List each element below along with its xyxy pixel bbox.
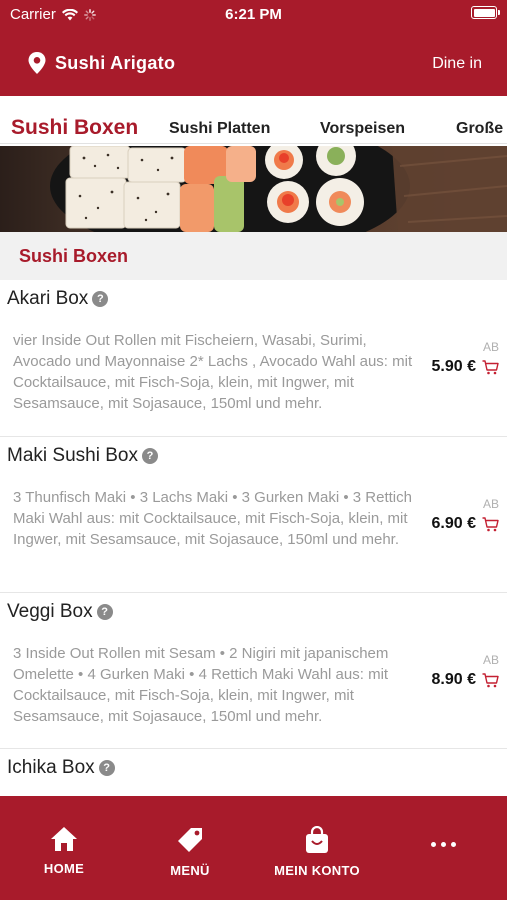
- more-icon[interactable]: [431, 842, 456, 847]
- menu-item[interactable]: Ichika Box ?: [0, 749, 507, 796]
- order-mode-button[interactable]: Dine in: [432, 55, 482, 73]
- nav-account[interactable]: MEIN KONTO: [268, 825, 366, 878]
- menu-item-title: Veggi Box ?: [7, 601, 113, 623]
- menu-item-name: Ichika Box: [7, 757, 95, 778]
- shopping-bag-icon: [306, 825, 328, 853]
- status-time: 6:21 PM: [225, 6, 282, 23]
- bottom-navigation: HOME MENÜ MEIN KONTO: [0, 796, 507, 900]
- tab-vorspeisen[interactable]: Vorspeisen: [320, 120, 405, 138]
- menu-item-price: 5.90 €: [431, 358, 476, 375]
- menu-item-name: Veggi Box: [7, 601, 93, 622]
- tab-sushi-platten[interactable]: Sushi Platten: [169, 120, 270, 138]
- nav-account-label: MEIN KONTO: [274, 863, 360, 878]
- location-pin-icon[interactable]: [28, 52, 46, 74]
- nav-home-label: HOME: [43, 861, 85, 876]
- info-icon[interactable]: ?: [141, 448, 158, 464]
- menu-item-price: 8.90 €: [431, 671, 476, 688]
- home-icon: [51, 827, 77, 851]
- info-icon[interactable]: ?: [96, 604, 113, 620]
- menu-item-title: Ichika Box ?: [7, 757, 115, 779]
- info-icon[interactable]: ?: [92, 291, 109, 307]
- price-prefix: AB: [482, 340, 499, 354]
- restaurant-name[interactable]: Sushi Arigato: [55, 53, 175, 74]
- cart-icon[interactable]: [482, 359, 499, 375]
- price-row[interactable]: 5.90 €: [432, 358, 499, 376]
- nav-menu[interactable]: MENÜ: [160, 826, 220, 878]
- menu-item[interactable]: Veggi Box ? 3 Inside Out Rollen mit Sesa…: [0, 593, 507, 749]
- cart-icon[interactable]: [482, 672, 499, 688]
- price-row[interactable]: 8.90 €: [432, 671, 499, 689]
- menu-item-price: 6.90 €: [431, 515, 476, 532]
- category-tabs: Sushi Boxen Sushi Platten Vorspeisen Gro…: [0, 96, 507, 144]
- menu-item-name: Maki Sushi Box: [7, 445, 138, 466]
- cart-icon[interactable]: [482, 516, 499, 532]
- location-bar: Sushi Arigato Dine in: [0, 44, 507, 84]
- tab-grosse[interactable]: Große: [456, 120, 503, 138]
- section-header: Sushi Boxen: [0, 232, 507, 280]
- app-header: Carrier 6:21 PM Sushi Arigato Dine in: [0, 0, 507, 96]
- price-prefix: AB: [482, 497, 499, 511]
- menu-item-name: Akari Box: [7, 288, 89, 309]
- section-title: Sushi Boxen: [19, 246, 129, 266]
- menu-item[interactable]: Maki Sushi Box ? 3 Thunfisch Maki • 3 La…: [0, 437, 507, 593]
- price-prefix: AB: [482, 653, 499, 667]
- tag-icon: [178, 828, 202, 852]
- nav-menu-label: MENÜ: [170, 863, 210, 878]
- menu-item-title: Akari Box ?: [7, 288, 109, 310]
- menu-item-title: Maki Sushi Box ?: [7, 445, 158, 467]
- category-banner-image: [0, 146, 507, 232]
- menu-item-description: vier Inside Out Rollen mit Fischeiern, W…: [13, 332, 413, 412]
- menu-item[interactable]: Akari Box ? vier Inside Out Rollen mit F…: [0, 280, 507, 437]
- tab-sushi-boxen[interactable]: Sushi Boxen: [11, 116, 138, 140]
- battery-icon: [471, 6, 500, 19]
- info-icon[interactable]: ?: [98, 760, 115, 776]
- menu-item-description: 3 Thunfisch Maki • 3 Lachs Maki • 3 Gurk…: [13, 489, 412, 548]
- menu-item-description: 3 Inside Out Rollen mit Sesam • 2 Nigiri…: [13, 645, 389, 725]
- status-bar: Carrier 6:21 PM: [0, 0, 507, 30]
- price-row[interactable]: 6.90 €: [432, 515, 499, 533]
- nav-home[interactable]: HOME: [38, 826, 90, 876]
